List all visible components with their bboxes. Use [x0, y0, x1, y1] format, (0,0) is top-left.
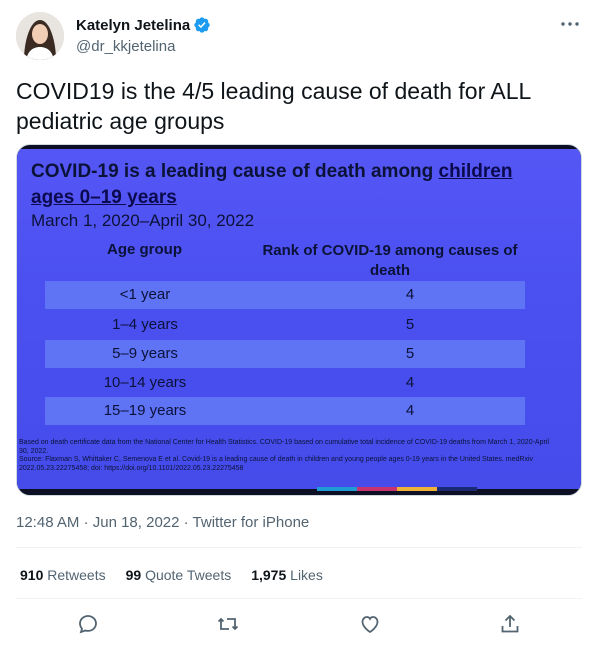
tweet-date[interactable]: Jun 18, 2022 [93, 514, 180, 531]
table-row: 5–9 years 5 [45, 340, 525, 368]
likes-label: Likes [290, 567, 323, 583]
table-row: 15–19 years 4 [45, 397, 525, 425]
author-handle[interactable]: @dr_kkjetelina [76, 38, 175, 55]
tweet-header: Katelyn Jetelina @dr_kkjetelina [16, 10, 582, 62]
cell-age: 5–9 years [112, 345, 178, 362]
quotes-count: 99 [125, 567, 142, 583]
likes-count: 1,975 [251, 567, 287, 583]
retweets-label: Retweets [47, 567, 106, 583]
verified-badge-icon [194, 17, 210, 33]
author-name[interactable]: Katelyn Jetelina [76, 17, 190, 34]
tweet-stats: 910 Retweets 99 Quote Tweets 1,975 Likes [20, 567, 343, 583]
slide-color-bar [317, 487, 477, 491]
cell-rank: 5 [405, 345, 415, 362]
retweets-count: 910 [20, 567, 44, 583]
tweet-time[interactable]: 12:48 AM [16, 514, 79, 531]
slide-title-underlined-1: children [438, 161, 513, 182]
slide-title-underlined-2: ages 0–19 years [31, 187, 177, 208]
retweet-icon[interactable] [216, 612, 240, 636]
column-header-rank: Rank of COVID-19 among causes of death [262, 242, 518, 279]
cell-rank: 5 [405, 316, 415, 333]
table-row: 10–14 years 4 [45, 369, 525, 397]
share-icon[interactable] [498, 612, 522, 636]
cell-rank: 4 [405, 374, 415, 391]
retweets-stat[interactable]: 910 Retweets [20, 567, 106, 583]
cell-age: 1–4 years [112, 316, 178, 333]
slide-photo: COVID-19 is a leading cause of death amo… [17, 149, 581, 491]
meta-separator: · [179, 514, 193, 531]
quote-tweets-stat[interactable]: 99 Quote Tweets [126, 567, 232, 583]
slide-title: COVID-19 is a leading cause of death amo… [31, 159, 551, 211]
footnote-citation: Source: Flaxman S, Whittaker C, Semenova… [19, 456, 534, 472]
avatar[interactable] [16, 12, 64, 60]
tweet-actions [0, 612, 598, 636]
meta-separator: · [79, 514, 93, 531]
table-row: 1–4 years 5 [45, 311, 525, 339]
table-row: <1 year 4 [45, 281, 525, 309]
cell-age: 15–19 years [103, 402, 187, 419]
more-icon[interactable] [558, 14, 582, 34]
tweet-source[interactable]: Twitter for iPhone [193, 514, 310, 531]
slide-title-text: COVID-19 is a leading cause of death amo… [31, 161, 439, 182]
cell-age: 10–14 years [103, 374, 187, 391]
reply-icon[interactable] [76, 612, 100, 636]
column-header-age: Age group [107, 241, 182, 258]
slide-footnote: Based on death certificate data from the… [19, 439, 559, 473]
divider [16, 547, 582, 548]
cell-rank: 4 [405, 402, 415, 419]
cell-rank: 4 [405, 286, 415, 303]
cell-age: <1 year [119, 286, 171, 303]
slide-date-range: March 1, 2020–April 30, 2022 [31, 211, 255, 230]
like-icon[interactable] [358, 612, 382, 636]
author-name-row[interactable]: Katelyn Jetelina [76, 16, 211, 34]
quotes-label: Quote Tweets [145, 567, 232, 583]
footnote-data-source: Based on death certificate data from the… [19, 439, 549, 455]
likes-stat[interactable]: 1,975 Likes [251, 567, 323, 583]
tweet-media[interactable]: COVID-19 is a leading cause of death amo… [16, 144, 582, 496]
tweet-meta: 12:48 AM · Jun 18, 2022 · Twitter for iP… [16, 514, 309, 531]
tweet-text: COVID19 is the 4/5 leading cause of deat… [16, 78, 531, 134]
divider [16, 598, 582, 599]
